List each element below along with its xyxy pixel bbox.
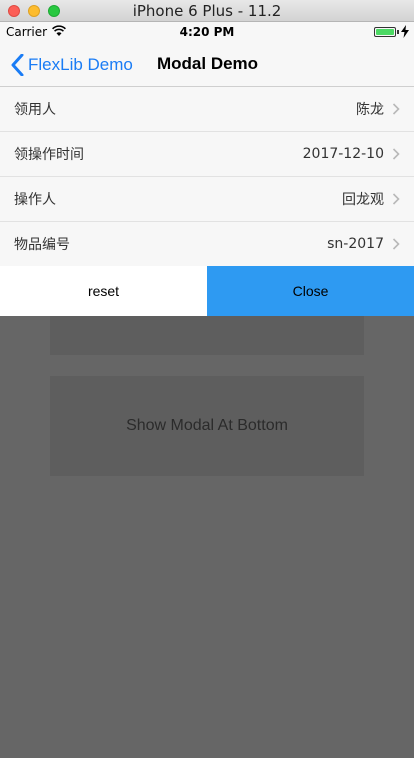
- form-row-item-number[interactable]: 物品编号 sn-2017: [0, 222, 414, 267]
- chevron-right-icon: [392, 193, 400, 205]
- chevron-right-icon: [392, 103, 400, 115]
- form-row-operator[interactable]: 操作人 回龙观: [0, 177, 414, 222]
- back-button-label: FlexLib Demo: [28, 55, 133, 74]
- form-row-operation-time[interactable]: 领操作时间 2017-12-10: [0, 132, 414, 177]
- status-bar: Carrier 4:20 PM: [0, 22, 414, 42]
- background-button: [50, 316, 364, 355]
- form-list: 领用人 陈龙 领操作时间 2017-12-10 操作人 回龙观 物品编号 sn-…: [0, 87, 414, 267]
- simulator-titlebar: iPhone 6 Plus - 11.2: [0, 0, 414, 22]
- row-value: sn-2017: [327, 236, 384, 252]
- page-title: Modal Demo: [157, 54, 259, 73]
- row-value: 2017-12-10: [302, 146, 384, 162]
- row-value: 陈龙: [356, 102, 384, 118]
- chevron-right-icon: [392, 148, 400, 160]
- show-modal-at-bottom-button: Show Modal At Bottom: [50, 376, 364, 476]
- form-row-recipient[interactable]: 领用人 陈龙: [0, 87, 414, 132]
- modal-actions: reset Close: [0, 266, 414, 316]
- chevron-right-icon: [392, 238, 400, 250]
- modal-backdrop[interactable]: Show Modal At Bottom: [0, 316, 414, 758]
- row-label: 领用人: [14, 102, 56, 118]
- reset-button[interactable]: reset: [0, 266, 207, 316]
- navigation-bar: FlexLib Demo Modal Demo: [0, 42, 414, 87]
- window-title: iPhone 6 Plus - 11.2: [132, 2, 282, 20]
- row-label: 操作人: [14, 192, 56, 208]
- row-label: 领操作时间: [14, 147, 84, 163]
- charging-bolt-icon: [401, 25, 409, 38]
- row-value: 回龙观: [342, 192, 384, 208]
- close-button[interactable]: Close: [207, 266, 414, 316]
- battery-tip: [397, 30, 399, 34]
- row-label: 物品编号: [14, 237, 70, 253]
- battery-icon: [374, 27, 396, 37]
- status-time: 4:20 PM: [179, 25, 235, 39]
- back-button[interactable]: FlexLib Demo: [10, 52, 133, 78]
- chevron-left-icon: [11, 54, 24, 76]
